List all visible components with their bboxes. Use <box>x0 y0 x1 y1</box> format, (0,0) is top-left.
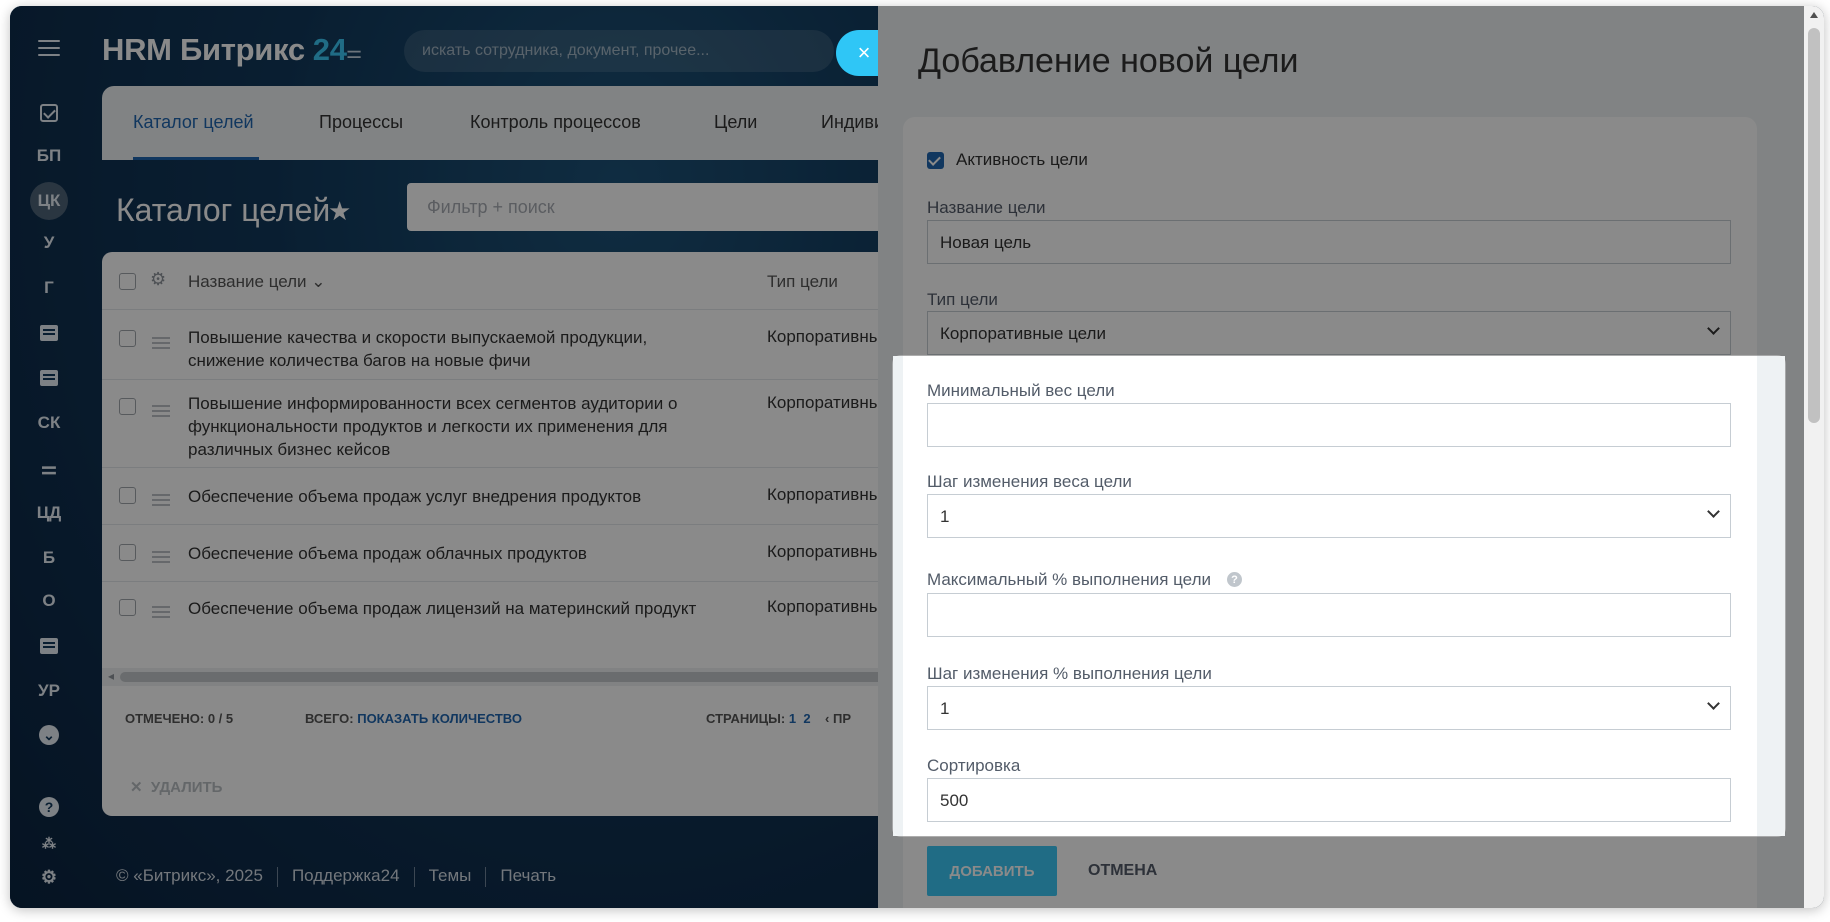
browser-frame: БП ЦК У Г СК ⚌ ЦД Б О УР ⌄ ? ⁂ ⚙ HRM Бит… <box>10 6 1824 908</box>
overlay-dim <box>878 6 1824 356</box>
overlay-dim <box>878 836 1824 908</box>
overlay-dim <box>10 6 878 908</box>
highlight-region <box>893 356 1785 836</box>
scrollbar-thumb[interactable] <box>1808 28 1820 423</box>
add-goal-panel: Добавление новой цели Активность цели На… <box>878 6 1824 908</box>
overlay-dim <box>878 356 893 836</box>
close-icon: × <box>857 40 871 65</box>
vertical-scrollbar[interactable] <box>1804 6 1824 908</box>
scroll-up-icon[interactable] <box>1810 12 1818 18</box>
bitrix-app: БП ЦК У Г СК ⚌ ЦД Б О УР ⌄ ? ⁂ ⚙ HRM Бит… <box>10 6 907 908</box>
